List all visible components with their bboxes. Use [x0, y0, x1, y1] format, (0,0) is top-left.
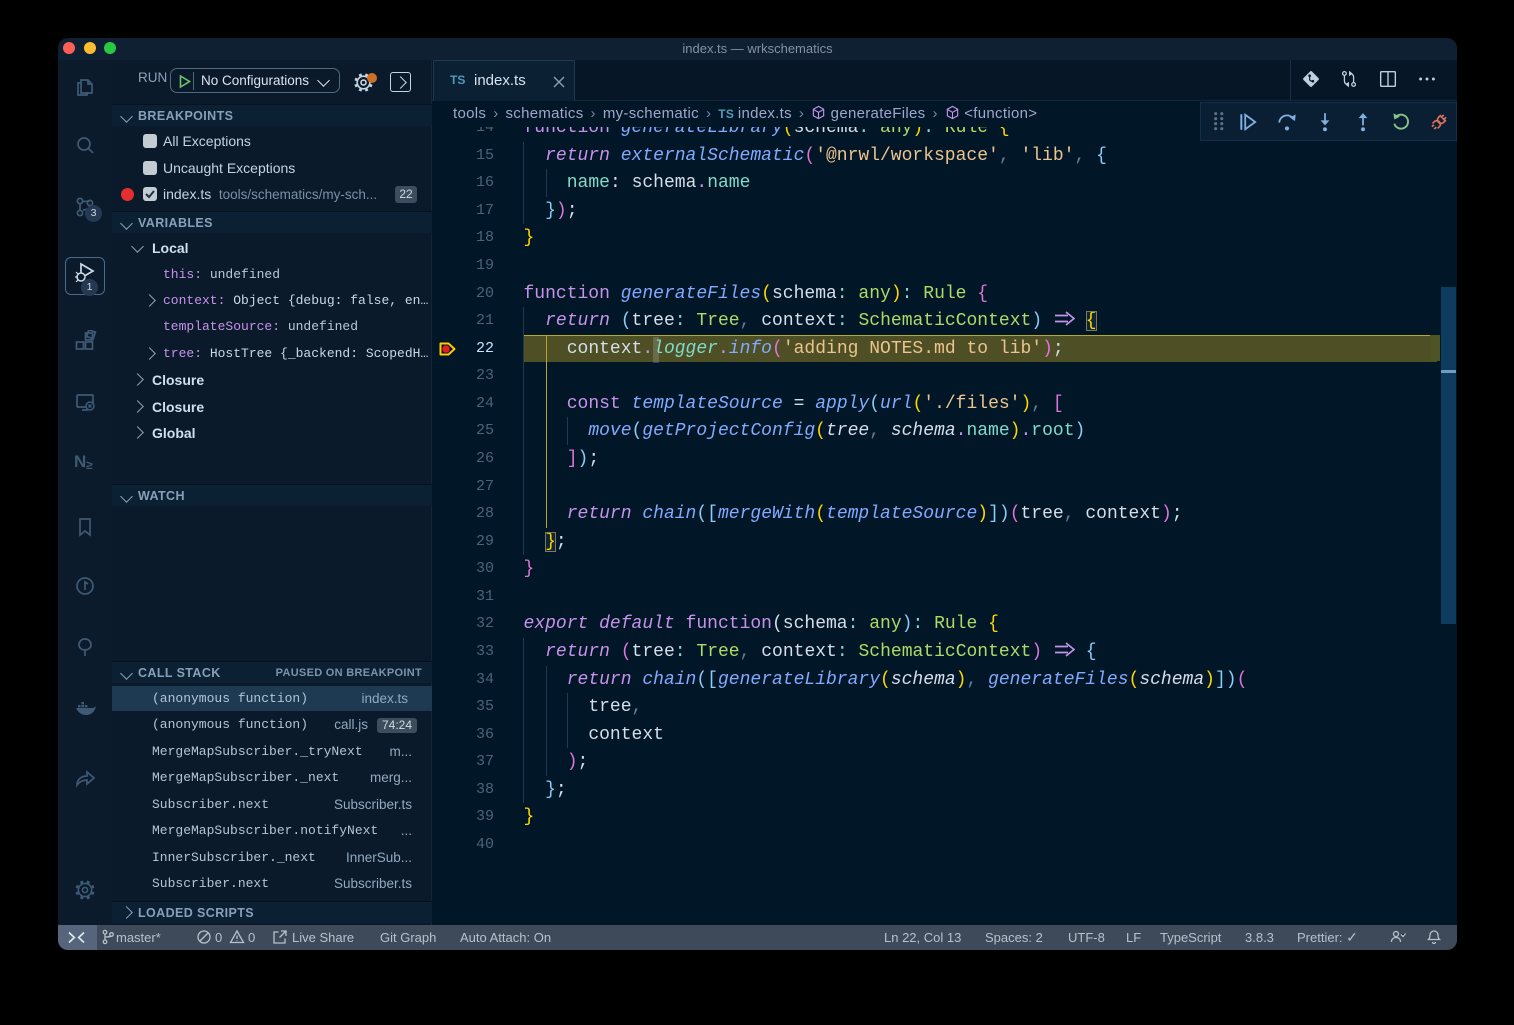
svg-text:≥: ≥ — [86, 458, 93, 472]
svg-text:N: N — [74, 452, 86, 471]
